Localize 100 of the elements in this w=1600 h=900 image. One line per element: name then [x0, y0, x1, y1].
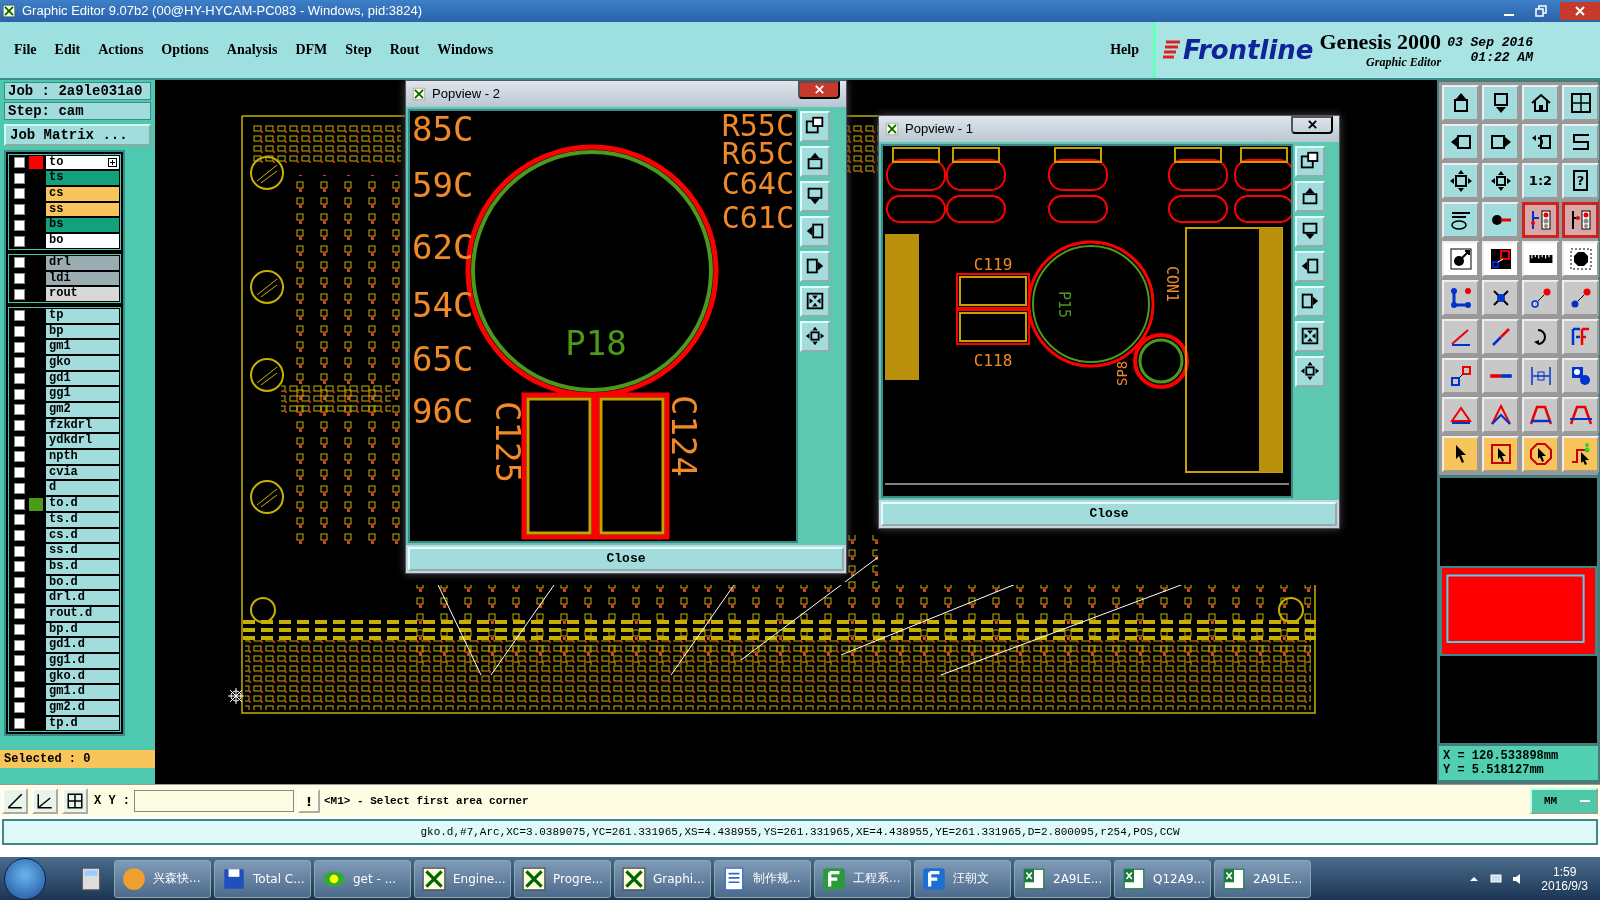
layer-checkbox[interactable] — [14, 288, 25, 300]
layer-checkbox[interactable] — [14, 310, 25, 322]
layer-checkbox[interactable] — [14, 655, 25, 667]
view-tool-button[interactable] — [1295, 355, 1325, 387]
view-tool-button[interactable] — [1295, 180, 1325, 212]
view-tool-button[interactable] — [800, 110, 830, 142]
layer-checkbox[interactable] — [14, 624, 25, 635]
layer-checkbox[interactable] — [14, 482, 25, 494]
layer-checkbox[interactable] — [14, 188, 25, 200]
close-button[interactable] — [1291, 115, 1333, 134]
layer-checkbox[interactable] — [14, 718, 25, 730]
menu-item[interactable]: DFM — [295, 41, 328, 58]
job-matrix-button[interactable]: Job Matrix ... — [4, 123, 151, 146]
view-tool-button[interactable] — [1295, 145, 1325, 177]
view-tool-button[interactable] — [800, 145, 830, 177]
view-tool-button[interactable] — [1295, 285, 1325, 317]
taskbar-item[interactable]: 工程系... — [814, 859, 911, 898]
view-tool-button[interactable] — [800, 320, 830, 352]
taskbar-item[interactable]: Graphi... — [614, 859, 711, 898]
layer-name[interactable]: cs — [46, 187, 119, 201]
execute-button[interactable]: ! — [298, 789, 320, 814]
layer-name[interactable]: gm1 — [46, 340, 119, 354]
layer-checkbox[interactable] — [14, 172, 25, 184]
layer-name[interactable]: gg1 — [46, 387, 119, 402]
taskbar-item[interactable]: 2A9LE... — [1214, 859, 1311, 898]
layer-name[interactable]: bp — [46, 324, 119, 339]
taskbar-item[interactable]: 汪朝文 — [914, 859, 1011, 898]
layer-name[interactable]: npth — [46, 450, 119, 464]
layer-checkbox[interactable] — [14, 235, 25, 247]
taskbar-item[interactable]: 制作规... — [714, 859, 811, 898]
close-button[interactable] — [798, 80, 840, 99]
layer-name[interactable]: gd1 — [46, 371, 119, 386]
layer-name[interactable]: to.d — [46, 497, 119, 511]
layer-checkbox[interactable] — [14, 420, 25, 432]
layer-name[interactable]: ss — [46, 202, 119, 217]
layer-name[interactable]: gko — [46, 356, 119, 370]
view-tool-button[interactable] — [1295, 320, 1325, 352]
taskbar-item[interactable]: Progre... — [514, 859, 611, 898]
units-dropdown[interactable]: MM — [1530, 788, 1598, 815]
view-tool-button[interactable] — [1295, 215, 1325, 247]
menu-item[interactable]: File — [14, 41, 37, 58]
layer-name[interactable]: gm2.d — [46, 701, 119, 715]
view-tool-button[interactable] — [800, 215, 830, 247]
layer-name[interactable]: bs — [46, 218, 119, 233]
tool-button[interactable] — [1522, 201, 1559, 238]
layer-checkbox[interactable] — [14, 529, 25, 541]
layer-checkbox[interactable] — [14, 498, 25, 510]
layer-name[interactable]: tp.d — [46, 716, 119, 731]
layer-name[interactable]: gd1.d — [46, 638, 119, 653]
menu-item[interactable]: Options — [161, 41, 209, 58]
layer-checkbox[interactable] — [14, 357, 25, 369]
layer-name[interactable]: gm1.d — [46, 685, 119, 700]
layer-checkbox[interactable] — [14, 467, 25, 479]
taskbar-item[interactable]: Total C... — [214, 859, 311, 898]
menu-item[interactable]: Actions — [98, 41, 144, 58]
layer-name[interactable]: bs.d — [46, 559, 119, 574]
menu-item[interactable]: Edit — [54, 41, 81, 58]
tool-button[interactable]: 1:2 — [1522, 162, 1559, 199]
layer-name[interactable]: bp.d — [46, 622, 119, 637]
layer-name[interactable]: ydkdrl — [46, 434, 119, 449]
layer-name[interactable]: d — [46, 481, 119, 496]
layer-checkbox[interactable] — [14, 671, 25, 683]
layer-name[interactable]: gko.d — [46, 669, 119, 684]
layer-checkbox[interactable] — [14, 257, 25, 269]
layer-checkbox[interactable] — [14, 545, 25, 557]
layer-checkbox[interactable] — [14, 325, 25, 337]
start-button[interactable] — [4, 857, 46, 900]
layer-name[interactable]: to — [46, 155, 119, 170]
view-tool-button[interactable] — [800, 285, 830, 317]
layer-checkbox[interactable] — [14, 561, 25, 573]
layer-checkbox[interactable] — [14, 388, 25, 400]
layer-name[interactable]: cvia — [46, 465, 119, 480]
view-tool-button[interactable] — [800, 250, 830, 282]
layer-name[interactable]: rout — [46, 287, 119, 301]
layer-checkbox[interactable] — [14, 576, 25, 588]
layer-checkbox[interactable] — [14, 608, 25, 620]
menu-item[interactable]: Analysis — [226, 41, 278, 58]
layer-name[interactable]: fzkdrl — [46, 418, 119, 433]
layer-name[interactable]: gm2 — [46, 403, 119, 417]
layer-name[interactable]: cs.d — [46, 528, 119, 543]
layer-checkbox[interactable] — [14, 451, 25, 463]
taskbar-item[interactable]: Q12A9... — [1114, 859, 1211, 898]
layer-name[interactable]: drl — [46, 255, 119, 270]
view-tool-button[interactable] — [1295, 250, 1325, 282]
layer-name[interactable]: drl.d — [46, 591, 119, 605]
layer-name[interactable]: ss.d — [46, 544, 119, 558]
layer-checkbox[interactable] — [14, 435, 25, 447]
taskbar-item[interactable]: 兴森快... — [114, 859, 211, 898]
layer-checkbox[interactable] — [14, 219, 25, 231]
layer-checkbox[interactable] — [14, 157, 25, 169]
menu-item[interactable]: Rout — [389, 41, 420, 58]
close-button[interactable]: Close — [881, 501, 1337, 526]
layer-name[interactable]: bo — [46, 234, 119, 248]
menu-item[interactable]: Windows — [437, 41, 494, 58]
layer-name[interactable]: rout.d — [46, 607, 119, 621]
layer-name[interactable]: ts.d — [46, 512, 119, 527]
layer-name[interactable]: ldi — [46, 271, 119, 286]
layer-checkbox[interactable] — [14, 272, 25, 284]
menu-item[interactable]: Help — [1110, 41, 1139, 58]
layer-checkbox[interactable] — [14, 702, 25, 714]
